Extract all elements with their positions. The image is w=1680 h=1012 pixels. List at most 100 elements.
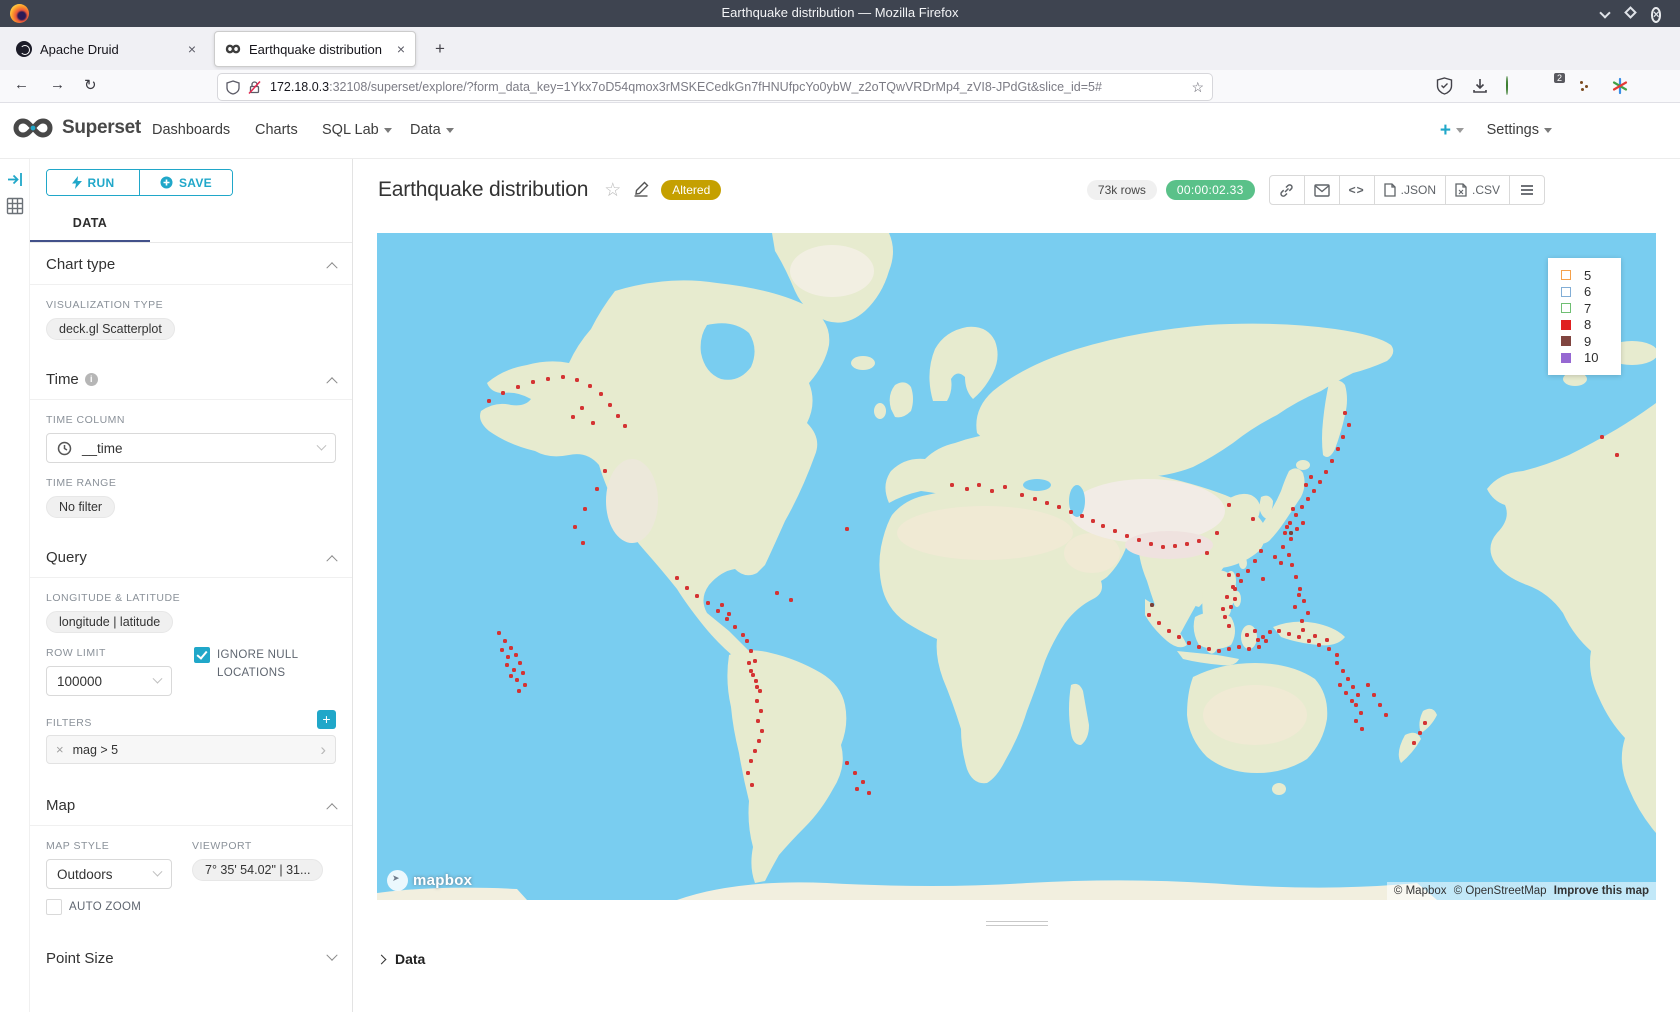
window-maximize-button[interactable] <box>1623 5 1640 22</box>
map-style-label: MAP STYLE <box>46 840 172 852</box>
tracking-shield-icon[interactable] <box>226 80 240 95</box>
edit-properties-icon[interactable] <box>633 181 649 202</box>
tab-close-icon[interactable]: × <box>188 41 196 57</box>
deckgl-map[interactable]: 5 6 7 8 9 10 mapbox © Mapbox © OpenStree… <box>377 233 1656 900</box>
save-button[interactable]: SAVE <box>140 170 232 195</box>
new-item-button[interactable]: + <box>1440 120 1464 142</box>
auto-zoom-checkbox[interactable] <box>46 899 62 915</box>
window-minimize-button[interactable] <box>1597 5 1614 22</box>
ublock-origin-icon[interactable]: 2 <box>1541 77 1561 97</box>
world-map <box>377 233 1656 900</box>
time-range-label: TIME RANGE <box>46 477 336 489</box>
legend-swatch-5 <box>1561 270 1571 280</box>
section-query[interactable]: Query <box>30 536 352 578</box>
map-legend: 5 6 7 8 9 10 <box>1548 258 1621 375</box>
tab-apache-druid[interactable]: Apache Druid × <box>6 31 206 67</box>
insecure-lock-icon[interactable] <box>247 80 262 95</box>
file-icon <box>1455 183 1467 197</box>
legend-swatch-8 <box>1561 320 1571 330</box>
chevron-up-icon <box>326 377 337 388</box>
chevron-down-icon <box>317 440 327 450</box>
section-chart-type[interactable]: Chart type <box>30 243 352 285</box>
back-button[interactable]: ← <box>14 76 29 93</box>
extension-asterisk-icon[interactable] <box>1611 77 1631 97</box>
viz-type-pill[interactable]: deck.gl Scatterplot <box>46 318 175 340</box>
mapbox-logo-icon <box>387 870 408 891</box>
plus-circle-icon <box>160 176 173 189</box>
dataset-grid-icon[interactable] <box>6 197 24 215</box>
ublock-badge: 2 <box>1554 73 1565 83</box>
time-range-pill[interactable]: No filter <box>46 496 115 518</box>
nav-sql-lab[interactable]: SQL Lab <box>322 122 392 138</box>
row-count-badge: 73k rows <box>1087 180 1157 200</box>
chart-menu-button[interactable] <box>1509 175 1545 205</box>
viewport-label: VIEWPORT <box>192 840 323 852</box>
chart-actions-group: <> .JSON .CSV <box>1269 175 1545 205</box>
nav-settings[interactable]: Settings <box>1487 122 1552 138</box>
window-title: Earthquake distribution — Mozilla Firefo… <box>0 5 1680 20</box>
chart-area: Earthquake distribution ☆ Altered 73k ro… <box>354 159 1680 1012</box>
time-column-label: TIME COLUMN <box>46 414 336 426</box>
privacy-badger-icon[interactable] <box>1506 77 1526 97</box>
viewport-pill[interactable]: 7° 35' 54.02" | 31... <box>192 859 323 881</box>
window-titlebar: Earthquake distribution — Mozilla Firefo… <box>0 0 1680 27</box>
chevron-down-icon <box>326 950 337 961</box>
reload-button[interactable]: ↻ <box>84 76 97 94</box>
map-style-select[interactable]: Outdoors <box>46 859 172 889</box>
expand-panel-icon[interactable] <box>7 171 24 188</box>
chevron-down-icon <box>153 673 163 683</box>
ignore-null-label: IGNORE NULL LOCATIONS <box>217 647 327 683</box>
favorite-star-icon[interactable]: ☆ <box>604 179 621 202</box>
embed-code-button[interactable]: <> <box>1339 175 1375 205</box>
legend-swatch-6 <box>1561 287 1571 297</box>
export-json-button[interactable]: .JSON <box>1374 175 1446 205</box>
cookie-extension-icon[interactable] <box>1576 77 1596 97</box>
panel-resize-handle[interactable] <box>377 921 1656 929</box>
nav-data[interactable]: Data <box>410 122 454 138</box>
new-tab-button[interactable]: + <box>428 39 452 59</box>
altered-badge[interactable]: Altered <box>661 180 721 200</box>
menu-hamburger-icon[interactable] <box>1646 77 1666 97</box>
forward-button[interactable]: → <box>50 76 65 93</box>
chevron-down-icon <box>1456 128 1464 133</box>
tab-earthquake-distribution[interactable]: Earthquake distribution × <box>214 31 416 67</box>
attribution-osm-link[interactable]: © OpenStreetMap <box>1454 885 1547 897</box>
row-limit-select[interactable]: 100000 <box>46 666 172 696</box>
add-filter-button[interactable]: + <box>317 710 336 729</box>
superset-logo[interactable]: Superset <box>12 115 141 141</box>
pocket-shield-icon[interactable] <box>1436 77 1456 97</box>
chevron-up-icon <box>326 803 337 814</box>
copy-link-button[interactable] <box>1269 175 1305 205</box>
download-icon[interactable] <box>1471 77 1491 97</box>
ignore-null-checkbox[interactable] <box>194 647 210 663</box>
chart-header: Earthquake distribution ☆ Altered 73k ro… <box>378 172 1545 208</box>
section-map[interactable]: Map <box>30 784 352 826</box>
lonlat-pill[interactable]: longitude | latitude <box>46 611 173 633</box>
viz-type-label: VISUALIZATION TYPE <box>46 299 336 311</box>
export-csv-button[interactable]: .CSV <box>1445 175 1510 205</box>
tab-data[interactable]: DATA <box>30 208 150 242</box>
nav-dashboards[interactable]: Dashboards <box>152 122 230 138</box>
section-time[interactable]: Time i <box>30 358 352 400</box>
attribution-improve-link[interactable]: Improve this map <box>1554 885 1649 897</box>
time-column-select[interactable]: __time <box>46 433 336 463</box>
data-results-collapse[interactable]: Data <box>378 951 425 967</box>
nav-charts[interactable]: Charts <box>255 122 298 138</box>
expand-filter-icon[interactable]: › <box>320 740 326 760</box>
chevron-down-icon <box>153 866 163 876</box>
bookmark-star-icon[interactable]: ☆ <box>1191 79 1204 96</box>
map-attribution: © Mapbox © OpenStreetMap Improve this ma… <box>1387 882 1656 900</box>
filter-item[interactable]: × mag > 5 › <box>46 735 336 764</box>
browser-toolbar: ← → ↻ 172.18.0.3:32108/superset/explore/… <box>0 70 1680 103</box>
mapbox-logo[interactable]: mapbox <box>387 870 472 891</box>
run-save-group: RUN SAVE <box>46 169 233 196</box>
section-point-size[interactable]: Point Size <box>30 937 352 978</box>
run-button[interactable]: RUN <box>47 170 140 195</box>
file-icon <box>1384 183 1396 197</box>
window-close-button[interactable]: × <box>1651 5 1668 22</box>
email-share-button[interactable] <box>1304 175 1340 205</box>
attribution-mapbox-link[interactable]: © Mapbox <box>1394 885 1447 897</box>
tab-close-icon[interactable]: × <box>397 41 405 57</box>
url-bar[interactable]: 172.18.0.3:32108/superset/explore/?form_… <box>218 74 1212 100</box>
remove-filter-icon[interactable]: × <box>56 742 64 757</box>
